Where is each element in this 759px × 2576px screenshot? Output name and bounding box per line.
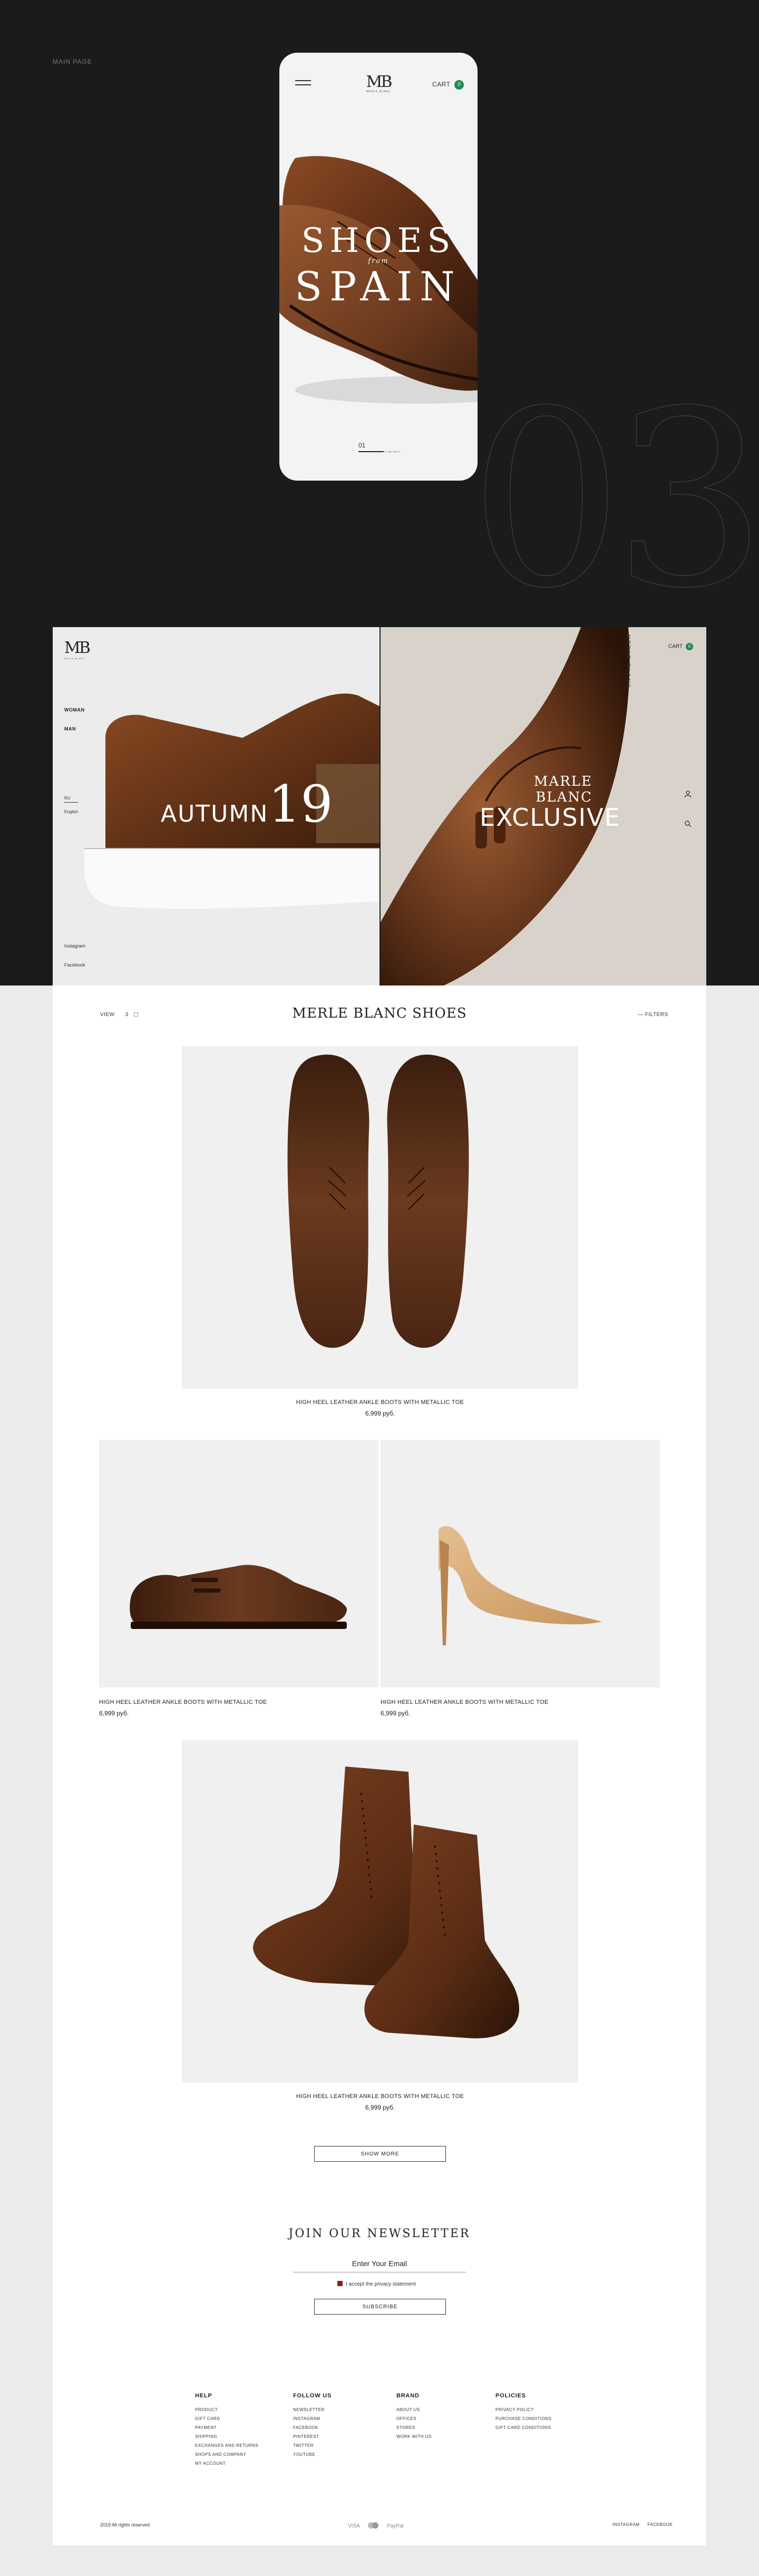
product-price: 6,999 руб. [99,1710,129,1717]
banner-left-panel[interactable]: MB MERLE BLANC WOMAN MAN RU English Insta… [53,627,380,985]
paypal-icon: PayPal [386,2523,404,2529]
brand-logo[interactable]: MB MERLE BLANC [64,639,91,660]
hero-title: SHOES from SPAIN [295,221,462,310]
product-name[interactable]: HIGH HEEL LEATHER ANKLE BOOTS WITH METAL… [381,1699,549,1705]
newsletter-title: JOIN OUR NEWSLETTER [288,2227,471,2240]
cart-count-badge: 0 [454,80,464,90]
cart-button[interactable]: CART 0 [432,80,464,90]
product-card[interactable]: HIGH HEEL LEATHER ANKLE BOOTS WITH METAL… [182,1046,578,1417]
mastercard-icon [368,2522,379,2529]
visa-icon: VISA [348,2523,360,2529]
subscribe-button[interactable]: SUBSCRIBE [314,2299,446,2315]
product-name[interactable]: HIGH HEEL LEATHER ANKLE BOOTS WITH METAL… [99,1699,267,1705]
exclusive-heading: MARLE BLANC EXCLUSIVE [480,774,621,832]
footer-link[interactable]: SHIPPING [195,2434,258,2439]
show-more-button[interactable]: SHOW MORE [314,2146,446,2162]
footer-column-help: HELP PRODUCT GIFT CARD PAYMENT SHIPPING … [195,2393,259,2466]
product-card[interactable]: HIGH HEEL LEATHER ANKLE BOOTS WITH METAL… [381,1440,660,1724]
brogue-shoes-image [287,1055,469,1348]
slide-dots[interactable]: • • [389,450,397,455]
nav-man[interactable]: MAN [64,726,76,731]
brand-logo[interactable]: MB MERLE BLANC [365,73,393,93]
catalog-brand-title: MERLE BLANC SHOES [292,1006,467,1021]
product-name[interactable]: HIGH HEEL LEATHER ANKLE BOOTS WITH METAL… [182,2093,578,2100]
mobile-header: MB MERLE BLANC CART 0 [279,53,478,116]
payment-methods: VISA PayPal [348,2522,404,2529]
footer-link[interactable]: PRIVACY POLICY [495,2407,551,2412]
menu-icon[interactable] [295,80,311,87]
product-price: 6,999 руб. [381,1710,411,1717]
language-divider [64,802,78,803]
footer-column-brand: BRAND ABOUT US OFFICES STORES WORK WITH … [396,2393,432,2439]
footer-link[interactable]: PAYMENT [195,2425,258,2430]
footer-link[interactable]: WORK WITH US [396,2434,432,2439]
section-number: 03 [469,359,759,641]
footer-link[interactable]: STORES [396,2425,432,2430]
footer-social: INSTAGRAM FACEBOOK [606,2522,673,2527]
copyright-text: 2019 All rights reserved [100,2522,150,2528]
product-name[interactable]: HIGH HEEL LEATHER ANKLE BOOTS WITH METAL… [182,1399,578,1406]
footer-column-policies: POLICIES PRIVACY POLICY PURCHASE CONDITI… [495,2393,552,2430]
vertical-brand-text: MERLE BLANC [625,635,631,689]
footer-link[interactable]: PRODUCT [195,2407,258,2412]
mobile-mockup: MB MERLE BLANC CART 0 SHOES from SPAIN 01 … [279,53,478,481]
monk-strap-shoe-image [130,1565,347,1629]
desktop-banner: MB MERLE BLANC WOMAN MAN RU English Insta… [53,627,706,985]
footer-link[interactable]: TWITTER [293,2443,332,2448]
cart-button[interactable]: CART 0 [668,643,694,650]
language-english[interactable]: English [64,809,78,814]
cart-count-badge: 0 [686,643,694,650]
filters-button[interactable]: — FILTERS [638,1012,668,1018]
autumn-heading: AUTUMN19 [161,775,333,834]
product-price: 6,999 руб. [365,1410,395,1417]
footer-link[interactable]: PINTEREST [293,2434,332,2439]
ankle-boots-image [253,1767,519,2038]
page-section-label: MAIN PAGE [53,58,92,65]
footer-link[interactable]: SHOPS AND COMPANY [195,2452,258,2457]
language-current[interactable]: RU [64,796,71,801]
user-icon[interactable] [684,791,692,798]
footer-facebook-link[interactable]: FACEBOOK [647,2522,673,2527]
footer-instagram-link[interactable]: INSTAGRAM [612,2522,639,2527]
privacy-checkbox[interactable]: I accept the privacy statement [337,2281,416,2287]
slide-number: 01 [358,442,366,449]
product-image[interactable] [99,1440,378,1687]
product-price: 6,999 руб. [365,2104,395,2111]
footer-link[interactable]: FACEBOOK [293,2425,332,2430]
facebook-link[interactable]: Facebook [64,962,85,968]
footer-column-follow: FOLLOW US NEWSLETTER INSTAGRAM FACEBOOK … [293,2393,332,2457]
heel-pump-image [439,1526,602,1645]
footer-link[interactable]: YOUTUBE [293,2452,332,2457]
footer-link[interactable]: MY ACCOUNT [195,2461,258,2466]
search-icon[interactable] [684,820,692,827]
footer-link[interactable]: NEWSLETTER [293,2407,332,2412]
footer-link[interactable]: ABOUT US [396,2407,432,2412]
instagram-link[interactable]: Instagram [64,943,85,949]
product-image[interactable] [381,1440,660,1687]
nav-woman[interactable]: WOMAN [64,707,85,713]
product-image[interactable] [182,1740,578,2083]
footer-link[interactable]: PURCHASE CONDITIONS [495,2416,551,2421]
checkbox-icon[interactable] [337,2281,343,2286]
footer-link[interactable]: EXCHANGES AND RETURNS [195,2443,258,2448]
footer-link[interactable]: GIFT CARD [195,2416,258,2421]
product-card[interactable]: HIGH HEEL LEATHER ANKLE BOOTS WITH METAL… [182,1740,578,2111]
footer-link[interactable]: GIFT CARD CONDITIONS [495,2425,551,2430]
newsletter-email-input[interactable] [293,2255,466,2272]
footer-link[interactable]: INSTAGRAM [293,2416,332,2421]
product-card[interactable]: HIGH HEEL LEATHER ANKLE BOOTS WITH METAL… [99,1440,378,1724]
product-image[interactable] [182,1046,578,1389]
footer-link[interactable]: OFFICES [396,2416,432,2421]
